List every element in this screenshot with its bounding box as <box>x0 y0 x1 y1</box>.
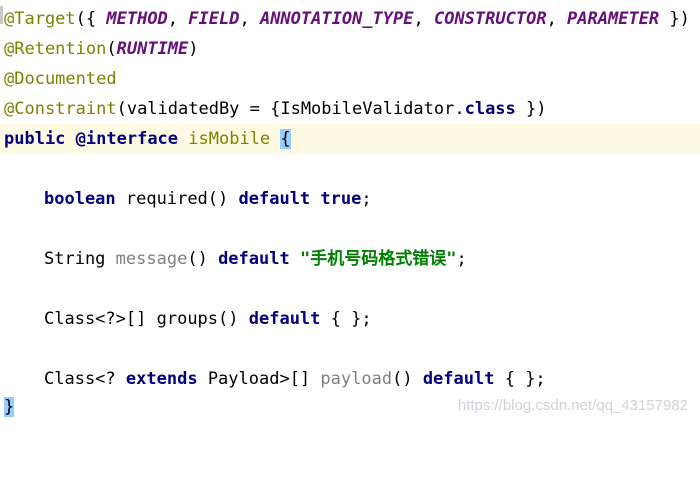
code-line-target[interactable]: @Target({ METHOD, FIELD, ANNOTATION_TYPE… <box>0 4 700 34</box>
string-message: "手机号码格式错误" <box>299 249 457 269</box>
keyword-class: class <box>464 99 516 119</box>
semicolon: ; <box>361 189 372 209</box>
const-annotation-type: ANNOTATION_TYPE <box>259 9 414 29</box>
separator: , <box>239 9 260 29</box>
const-runtime: RUNTIME <box>116 39 189 59</box>
type-boolean: boolean <box>44 189 116 209</box>
keyword-extends: extends <box>125 369 198 389</box>
annotation-retention: @Retention <box>4 39 107 59</box>
type-class-wildcard: Class<? <box>44 369 116 389</box>
code-line-required[interactable]: boolean required() default true; <box>0 184 700 214</box>
interface-name: isMobile <box>188 129 271 149</box>
annotation-documented: @Documented <box>4 69 117 89</box>
const-constructor: CONSTRUCTOR <box>433 9 547 29</box>
separator: , <box>546 9 568 29</box>
method-message: message <box>115 249 188 269</box>
separator: , <box>167 9 189 29</box>
paren-close: }) <box>659 9 690 29</box>
method-required: required() <box>125 189 229 209</box>
paren-open: ({ <box>75 9 107 29</box>
code-line-message[interactable]: String message() default "手机号码格式错误"; <box>0 244 700 274</box>
keyword-public: public <box>4 129 66 149</box>
method-payload: payload <box>320 369 393 389</box>
matched-brace-open: { <box>280 129 291 149</box>
paren-open: ( <box>106 39 117 59</box>
type-string: String <box>44 249 106 269</box>
value-true: true <box>320 189 362 209</box>
code-line-interface-decl[interactable]: public @interface isMobile { <box>0 124 700 154</box>
code-line-retention[interactable]: @Retention(RUNTIME) <box>0 34 700 64</box>
const-field: FIELD <box>188 9 240 29</box>
keyword-default: default <box>238 189 311 209</box>
code-line-payload[interactable]: Class<? extends Payload>[] payload() def… <box>0 364 700 394</box>
keyword-interface: @interface <box>75 129 179 149</box>
paren-close: ) <box>188 39 199 59</box>
type-payload-array: Payload>[] <box>207 369 311 389</box>
code-editor[interactable]: @Target({ METHOD, FIELD, ANNOTATION_TYPE… <box>0 0 700 422</box>
constraint-args: (validatedBy = {IsMobileValidator. <box>116 99 465 119</box>
code-line-constraint[interactable]: @Constraint(validatedBy = {IsMobileValid… <box>0 94 700 124</box>
empty-array: { }; <box>504 369 546 389</box>
separator: , <box>413 9 434 29</box>
method-groups: groups() <box>156 309 239 329</box>
empty-array: { }; <box>330 309 372 329</box>
annotation-constraint: @Constraint <box>4 99 117 119</box>
semicolon: ; <box>456 249 467 269</box>
paren-close: }) <box>515 99 547 119</box>
watermark: https://blog.csdn.net/qq_43157982 <box>457 397 688 414</box>
keyword-default: default <box>248 309 321 329</box>
keyword-default: default <box>218 249 290 269</box>
type-class-array: Class<?>[] <box>44 309 147 329</box>
annotation-target: @Target <box>4 9 76 29</box>
const-method: METHOD <box>106 9 168 29</box>
const-parameter: PARAMETER <box>567 9 660 29</box>
keyword-default: default <box>422 369 495 389</box>
matched-brace-close: } <box>4 397 15 417</box>
parens: () <box>392 369 413 389</box>
parens: () <box>187 249 208 269</box>
code-line-groups[interactable]: Class<?>[] groups() default { }; <box>0 304 700 334</box>
code-line-documented[interactable]: @Documented <box>0 64 700 94</box>
